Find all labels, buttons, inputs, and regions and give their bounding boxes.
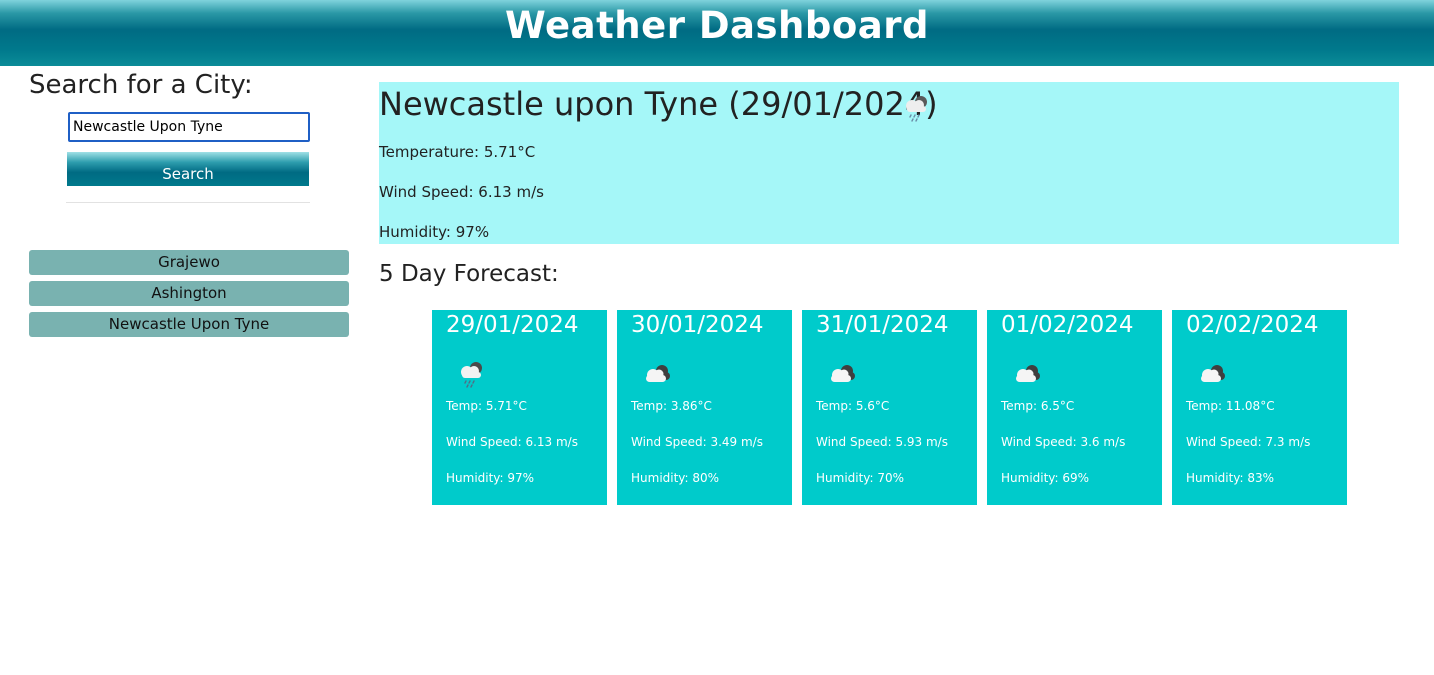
broken-clouds-icon xyxy=(831,365,855,382)
city-search-input[interactable] xyxy=(68,112,310,142)
forecast-humidity: Humidity: 80% xyxy=(631,471,720,485)
page-header: Weather Dashboard xyxy=(0,0,1434,66)
forecast-date: 29/01/2024 xyxy=(446,312,579,338)
current-city-title: Newcastle upon Tyne (29/01/2024) xyxy=(379,85,938,123)
forecast-date: 01/02/2024 xyxy=(1001,312,1134,338)
forecast-heading: 5 Day Forecast: xyxy=(379,261,559,287)
history-button-newcastle[interactable]: Newcastle Upon Tyne xyxy=(29,312,349,337)
history-button-ashington[interactable]: Ashington xyxy=(29,281,349,306)
forecast-wind: Wind Speed: 3.49 m/s xyxy=(631,435,763,449)
broken-clouds-icon xyxy=(1201,365,1225,382)
forecast-humidity: Humidity: 83% xyxy=(1186,471,1275,485)
forecast-humidity: Humidity: 97% xyxy=(446,471,535,485)
forecast-humidity: Humidity: 70% xyxy=(816,471,905,485)
forecast-date: 02/02/2024 xyxy=(1186,312,1319,338)
forecast-card: 30/01/2024 Temp: 3.86°C Wind Speed: 3.49… xyxy=(617,310,792,505)
forecast-date: 31/01/2024 xyxy=(816,312,949,338)
forecast-wind: Wind Speed: 5.93 m/s xyxy=(816,435,948,449)
forecast-temp: Temp: 3.86°C xyxy=(631,399,712,413)
broken-clouds-icon xyxy=(1016,365,1040,382)
search-history: Grajewo Ashington Newcastle Upon Tyne xyxy=(29,250,349,343)
current-weather: Newcastle upon Tyne (29/01/2024) Tempera… xyxy=(379,82,1399,244)
forecast-temp: Temp: 5.71°C xyxy=(446,399,527,413)
forecast-temp: Temp: 6.5°C xyxy=(1001,399,1075,413)
rain-cloud-icon xyxy=(906,96,927,122)
forecast-temp: Temp: 11.08°C xyxy=(1186,399,1275,413)
forecast-wind: Wind Speed: 3.6 m/s xyxy=(1001,435,1126,449)
search-button[interactable]: Search xyxy=(67,152,309,186)
forecast-card: 29/01/2024 Temp: 5.71°C Wind Speed: 6.13… xyxy=(432,310,607,505)
search-heading: Search for a City: xyxy=(29,70,253,100)
current-humidity: Humidity: 97% xyxy=(379,223,490,241)
forecast-humidity: Humidity: 69% xyxy=(1001,471,1090,485)
broken-clouds-icon xyxy=(646,365,670,382)
current-wind-speed: Wind Speed: 6.13 m/s xyxy=(379,183,544,201)
forecast-wind: Wind Speed: 6.13 m/s xyxy=(446,435,578,449)
forecast-temp: Temp: 5.6°C xyxy=(816,399,890,413)
forecast-card: 31/01/2024 Temp: 5.6°C Wind Speed: 5.93 … xyxy=(802,310,977,505)
forecast-date: 30/01/2024 xyxy=(631,312,764,338)
forecast-card: 01/02/2024 Temp: 6.5°C Wind Speed: 3.6 m… xyxy=(987,310,1162,505)
forecast-card: 02/02/2024 Temp: 11.08°C Wind Speed: 7.3… xyxy=(1172,310,1347,505)
current-temperature: Temperature: 5.71°C xyxy=(379,143,536,161)
page-title: Weather Dashboard xyxy=(505,4,929,47)
divider xyxy=(66,202,310,203)
forecast-wind: Wind Speed: 7.3 m/s xyxy=(1186,435,1311,449)
history-button-grajewo[interactable]: Grajewo xyxy=(29,250,349,275)
rain-cloud-icon xyxy=(461,362,482,388)
